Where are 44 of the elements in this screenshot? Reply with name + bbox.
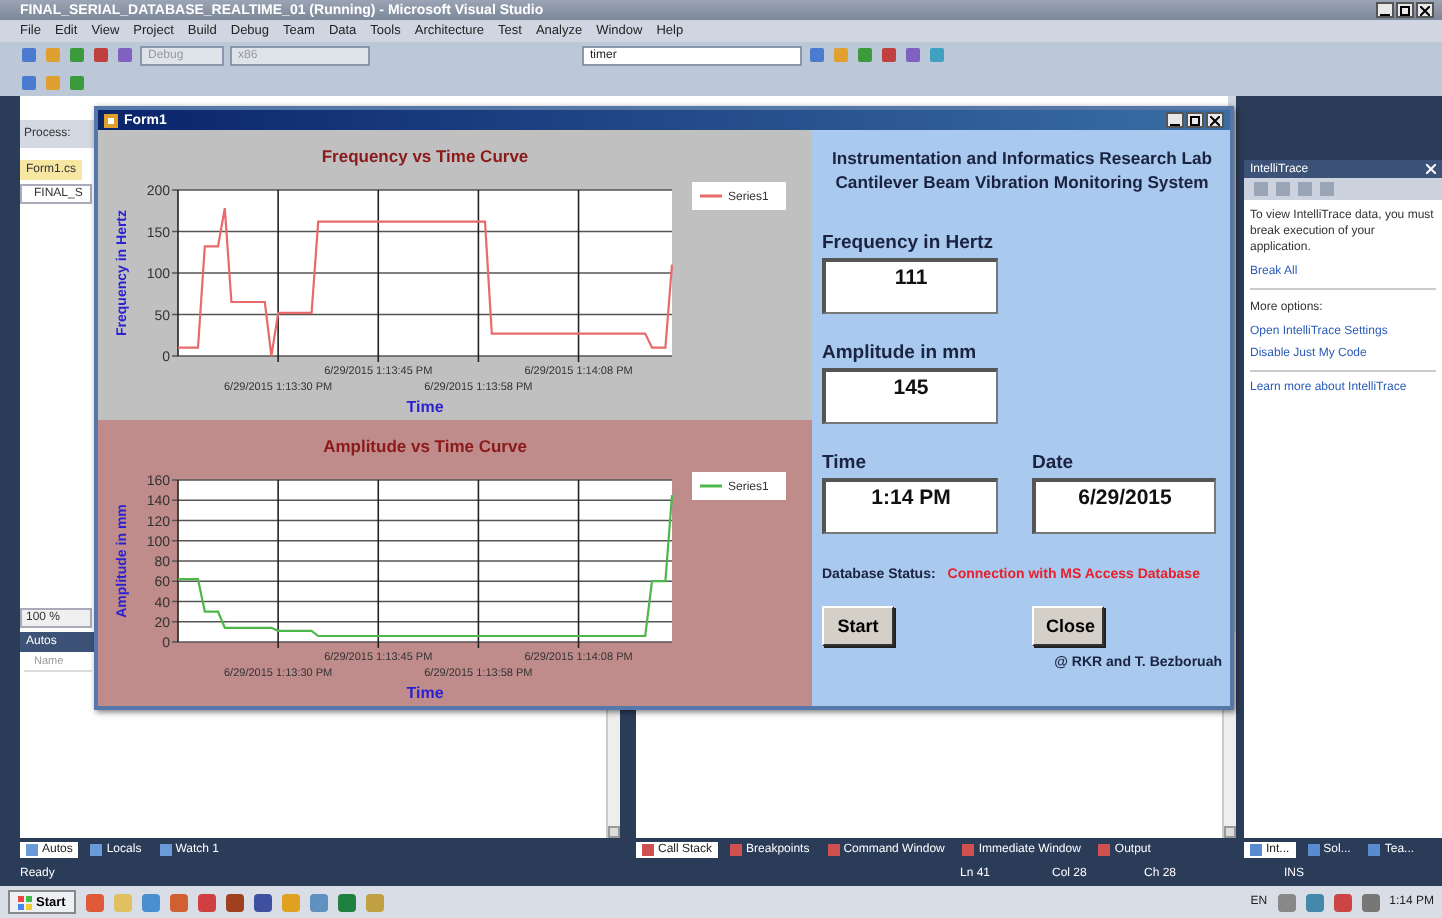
legend-background — [692, 472, 786, 500]
maximize-icon — [1190, 115, 1200, 125]
maximize-icon — [1400, 5, 1410, 15]
form-heading: Instrumentation and Informatics Research Lab — [829, 146, 1215, 170]
tab-icon — [159, 844, 172, 856]
form-button[interactable]: Start — [822, 606, 894, 646]
tab-icon — [730, 844, 743, 856]
tab-icon — [962, 844, 975, 856]
minimize-button[interactable] — [1376, 2, 1394, 18]
close-icon — [1420, 5, 1430, 15]
close-icon — [1210, 115, 1220, 125]
tab-icon — [26, 844, 38, 856]
minimize-button[interactable] — [1166, 112, 1184, 128]
close-button[interactable] — [1206, 112, 1224, 128]
scroll-down-button[interactable] — [1224, 826, 1236, 838]
tab-icon — [642, 844, 654, 856]
axis-label: Time — [406, 398, 444, 416]
field-label: Amplitude in mm — [822, 342, 979, 364]
readout-field[interactable]: 6/29/2015 — [1032, 478, 1216, 534]
close-icon[interactable] — [1426, 164, 1436, 174]
chart-title: Amplitude vs Time Curve — [323, 436, 527, 456]
readout-field[interactable]: 111 — [822, 258, 998, 314]
tab-icon — [1368, 844, 1381, 856]
form-heading: Cantilever Beam Vibration Monitoring System — [833, 170, 1211, 194]
tab-icon — [90, 844, 103, 856]
field-label: Time — [822, 452, 869, 474]
form-icon — [104, 113, 118, 127]
axis-label: Time — [406, 684, 444, 702]
legend-background — [692, 182, 786, 210]
form-button[interactable]: Close — [1032, 606, 1104, 646]
tab-icon — [1098, 844, 1111, 856]
field-label: Frequency in Hertz — [822, 232, 996, 254]
tab-icon — [1250, 844, 1262, 856]
field-label: Date — [1032, 452, 1076, 474]
readout-field[interactable]: 145 — [822, 368, 998, 424]
tab-icon — [827, 844, 840, 856]
scroll-down-button[interactable] — [608, 826, 620, 838]
chart-title: Frequency vs Time Curve — [321, 146, 529, 166]
readout-field[interactable]: 1:14 PM — [822, 478, 998, 534]
tab-icon — [1307, 844, 1320, 856]
close-button[interactable] — [1416, 2, 1434, 18]
maximize-button[interactable] — [1396, 2, 1414, 18]
windows-logo-icon — [18, 895, 32, 909]
maximize-button[interactable] — [1186, 112, 1204, 128]
